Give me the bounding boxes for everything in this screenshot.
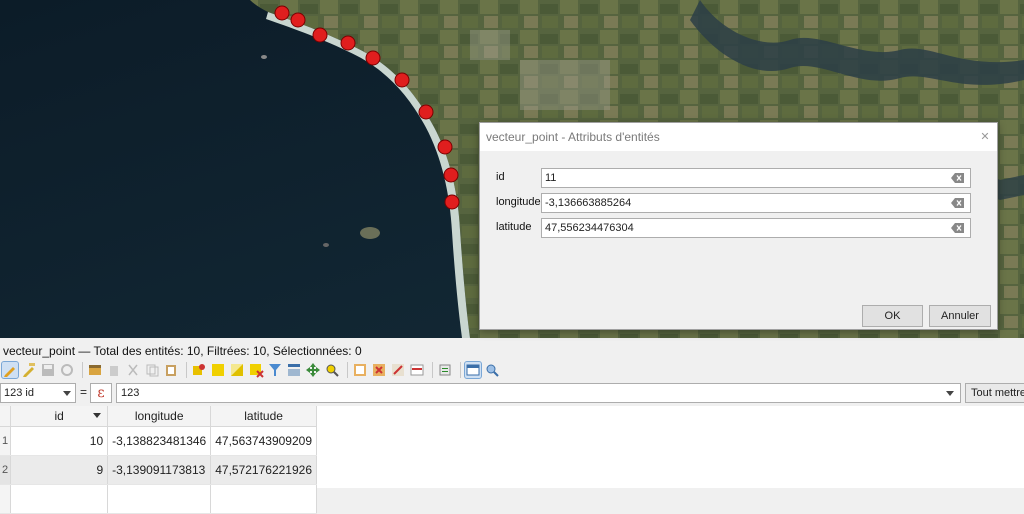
chevron-down-icon — [63, 391, 71, 396]
table-row[interactable] — [0, 484, 317, 514]
conditional-formatting-icon[interactable] — [409, 362, 425, 378]
map-point-marker[interactable] — [340, 35, 356, 51]
form-row-id: id 11 — [496, 168, 976, 188]
map-point-marker[interactable] — [443, 167, 459, 183]
cancel-button[interactable]: Annuler — [929, 305, 991, 327]
row-header[interactable]: 1 — [0, 426, 12, 456]
toggle-editing-icon[interactable] — [1, 361, 19, 379]
field-label-longitude: longitude — [496, 196, 541, 208]
add-feature-icon[interactable] — [87, 362, 103, 378]
field-label-id: id — [496, 171, 505, 183]
clear-icon[interactable] — [951, 223, 964, 233]
save-edits-icon[interactable] — [40, 362, 56, 378]
form-row-longitude: longitude -3,136663885264 — [496, 193, 976, 213]
form-view-icon[interactable] — [484, 362, 500, 378]
attribute-table-title: vecteur_point — Total des entités: 10, F… — [3, 344, 362, 358]
delete-feature-icon[interactable] — [106, 362, 122, 378]
cell-longitude[interactable]: -3,138823481346 — [107, 426, 212, 456]
cell-longitude[interactable]: -3,139091173813 — [107, 455, 212, 485]
deselect-all-icon[interactable] — [248, 362, 264, 378]
filter-value-input[interactable]: 123 — [116, 383, 961, 403]
column-header-latitude[interactable]: latitude — [210, 406, 317, 427]
zoom-to-selection-icon[interactable] — [324, 362, 340, 378]
sort-desc-icon — [93, 413, 102, 418]
ok-button[interactable]: OK — [862, 305, 923, 327]
cell-latitude[interactable]: 47,563743909209 — [210, 426, 317, 456]
invert-selection-icon[interactable] — [229, 362, 245, 378]
field-select[interactable]: 123 id — [0, 383, 76, 403]
cut-icon[interactable] — [125, 362, 141, 378]
cell-id[interactable]: 9 — [10, 455, 109, 485]
attribute-table-toolbar — [0, 360, 503, 380]
attribute-table-panel: vecteur_point — Total des entités: 10, F… — [0, 338, 1024, 514]
field-label-latitude: latitude — [496, 221, 532, 233]
clear-icon[interactable] — [951, 198, 964, 208]
expression-button[interactable]: ε — [90, 383, 112, 403]
pan-to-selection-icon[interactable] — [305, 362, 321, 378]
map-point-marker[interactable] — [437, 139, 453, 155]
move-selection-top-icon[interactable] — [286, 362, 302, 378]
map-point-marker[interactable] — [394, 72, 410, 88]
longitude-field[interactable]: -3,136663885264 — [541, 193, 971, 213]
filter-icon[interactable] — [267, 362, 283, 378]
cell-id[interactable]: 10 — [10, 426, 109, 456]
latitude-field-value: 47,556234476304 — [545, 222, 634, 234]
delete-field-icon[interactable] — [371, 362, 387, 378]
cell-latitude[interactable]: 47,572176221926 — [210, 455, 317, 485]
operator-label: = — [80, 385, 88, 399]
update-all-button[interactable]: Tout mettre à jour — [965, 383, 1024, 403]
map-point-marker[interactable] — [290, 12, 306, 28]
table-empty-area — [298, 406, 1024, 488]
id-field-value: 11 — [545, 172, 557, 184]
map-point-marker[interactable] — [365, 50, 381, 66]
paste-icon[interactable] — [163, 362, 179, 378]
map-point-marker[interactable] — [418, 104, 434, 120]
map-point-marker[interactable] — [274, 5, 290, 21]
multi-edit-icon[interactable] — [21, 362, 37, 378]
row-header[interactable]: 2 — [0, 455, 12, 485]
dialog-title: vecteur_point - Attributs d'entités — [486, 130, 660, 144]
id-field[interactable]: 11 — [541, 168, 971, 188]
select-by-expression-icon[interactable] — [191, 362, 207, 378]
corner-header[interactable] — [0, 406, 12, 427]
epsilon-icon: ε — [97, 385, 105, 401]
select-all-icon[interactable] — [210, 362, 226, 378]
column-header-id[interactable]: id — [10, 406, 109, 427]
reload-icon[interactable] — [59, 362, 75, 378]
table-row[interactable]: 2 9 -3,139091173813 47,572176221926 — [0, 455, 317, 485]
column-header-longitude[interactable]: longitude — [107, 406, 212, 427]
attribute-table: id longitude latitude 1 10 -3,1388234813… — [0, 406, 317, 514]
longitude-field-value: -3,136663885264 — [545, 197, 632, 209]
form-row-latitude: latitude 47,556234476304 — [496, 218, 976, 238]
quick-filter-bar: 123 id = ε 123 Tout mettre à jour — [0, 382, 1024, 404]
copy-icon[interactable] — [144, 362, 160, 378]
latitude-field[interactable]: 47,556234476304 — [541, 218, 971, 238]
dialog-titlebar[interactable]: vecteur_point - Attributs d'entités ✕ — [480, 123, 997, 151]
map-point-marker[interactable] — [312, 27, 328, 43]
chevron-down-icon[interactable] — [946, 391, 954, 396]
feature-attributes-dialog: vecteur_point - Attributs d'entités ✕ id… — [479, 122, 998, 330]
map-point-marker[interactable] — [444, 194, 460, 210]
table-row[interactable]: 1 10 -3,138823481346 47,563743909209 — [0, 426, 317, 456]
dock-table-icon[interactable] — [464, 361, 482, 379]
field-calculator-icon[interactable] — [390, 362, 406, 378]
actions-icon[interactable] — [437, 362, 453, 378]
field-select-value: 123 id — [4, 387, 34, 399]
filter-value: 123 — [121, 387, 140, 399]
new-field-icon[interactable] — [352, 362, 368, 378]
close-icon[interactable]: ✕ — [975, 127, 995, 147]
clear-icon[interactable] — [951, 173, 964, 183]
